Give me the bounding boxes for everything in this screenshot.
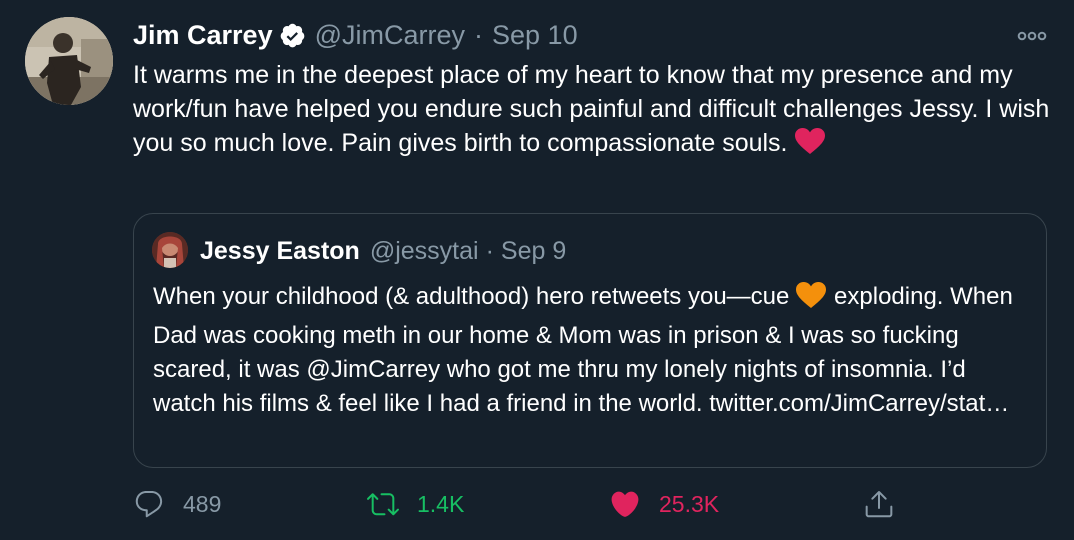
post-date[interactable]: Sep 10 xyxy=(492,20,578,51)
tweet-card[interactable]: Jim Carrey @JimCarrey · Sep 10 It warms … xyxy=(0,0,1074,540)
quoted-header: Jessy Easton @jessytai · Sep 9 xyxy=(200,235,566,267)
retweet-icon xyxy=(367,493,399,516)
quoted-author-name: Jessy Easton xyxy=(200,236,360,265)
header-separator: · xyxy=(474,19,484,50)
tweet-actions: 489 1.4K 25.3K xyxy=(133,484,913,524)
reply-icon xyxy=(135,490,163,518)
reply-count: 489 xyxy=(183,490,222,517)
quoted-separator: · xyxy=(485,236,494,265)
author-handle[interactable]: @JimCarrey xyxy=(315,20,465,51)
verified-badge-icon xyxy=(279,22,306,49)
like-button[interactable]: 25.3K xyxy=(609,484,719,524)
quoted-author-avatar[interactable] xyxy=(152,232,188,268)
heart-filled-icon xyxy=(611,491,639,517)
reply-button[interactable]: 489 xyxy=(133,484,221,524)
author-avatar[interactable] xyxy=(25,17,113,105)
tweet-header: Jim Carrey @JimCarrey · Sep 10 xyxy=(133,18,578,52)
author-name[interactable]: Jim Carrey xyxy=(133,20,273,51)
orange-heart-emoji-icon xyxy=(795,281,827,319)
tweet-text: It warms me in the deepest place of my h… xyxy=(133,58,1053,164)
retweet-count: 1.4K xyxy=(417,490,465,517)
quoted-text-start: When your childhood (& adulthood) hero r… xyxy=(153,283,790,310)
more-options-button[interactable] xyxy=(1016,26,1048,46)
quoted-date: Sep 9 xyxy=(500,236,567,265)
more-horizontal-icon xyxy=(1017,31,1047,41)
share-icon xyxy=(865,491,893,518)
red-heart-emoji-icon xyxy=(794,127,826,164)
tweet-text-content: It warms me in the deepest place of my h… xyxy=(133,61,1050,157)
quoted-author-handle: @jessytai xyxy=(369,236,479,265)
like-count: 25.3K xyxy=(659,490,720,517)
retweet-button[interactable]: 1.4K xyxy=(367,484,464,524)
quoted-text: When your childhood (& adulthood) hero r… xyxy=(153,280,1033,421)
share-button[interactable] xyxy=(863,484,895,524)
quoted-tweet[interactable]: Jessy Easton @jessytai · Sep 9 When your… xyxy=(133,213,1047,468)
